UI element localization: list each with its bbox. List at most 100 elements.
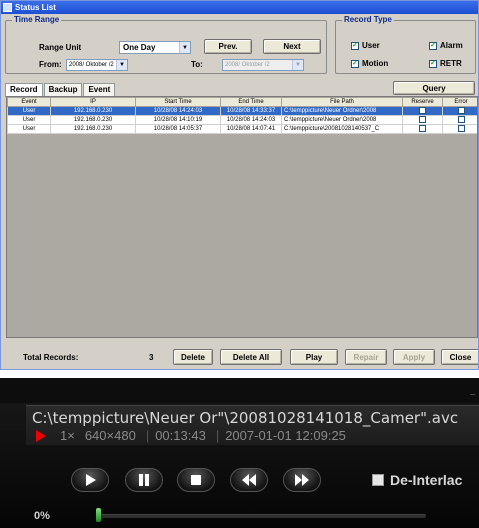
play-state-icon xyxy=(36,429,46,442)
column-header-reserve[interactable]: Reserve xyxy=(402,97,443,107)
chevron-down-icon[interactable]: ▼ xyxy=(179,42,190,53)
stop-button[interactable] xyxy=(177,468,215,492)
play-icon xyxy=(86,474,96,486)
cell-file-path: C:\temppicture\Neuer Ordner\2008 xyxy=(281,115,403,125)
window-title: Status List xyxy=(15,3,56,12)
play-button[interactable]: Play xyxy=(290,349,338,365)
recording-datetime: 2007-01-01 12:09:25 xyxy=(225,428,346,443)
cell-start-time: 10/28/08 14:10:19 xyxy=(135,115,221,125)
column-header-file-path[interactable]: File Path xyxy=(281,97,403,107)
checkbox-user[interactable]: ✓ User xyxy=(351,41,380,50)
apply-button[interactable]: Apply xyxy=(393,349,435,365)
checkbox-label: Motion xyxy=(362,59,389,68)
range-unit-label: Range Unit xyxy=(39,43,82,52)
cell-error xyxy=(442,124,477,134)
bottom-toolbar: Total Records: 3 Delete Delete All Play … xyxy=(1,341,478,369)
checkbox-alarm[interactable]: ✓ Alarm xyxy=(429,41,463,50)
chevron-down-icon[interactable]: ▼ xyxy=(292,60,303,70)
cell-event: User xyxy=(7,115,51,125)
chevron-down-icon[interactable]: ▼ xyxy=(116,60,127,70)
file-name-display: C:\temppicture\Neuer Or"\20081028141018_… xyxy=(32,409,459,427)
stop-icon xyxy=(191,475,201,485)
status-list-window: Status List Time Range Range Unit One Da… xyxy=(0,0,479,370)
checkbox-icon[interactable]: ✓ xyxy=(351,59,359,68)
to-date-picker[interactable]: 2008/ Oktober /2 ▼ xyxy=(222,59,304,71)
tab-record[interactable]: Record xyxy=(5,83,43,97)
cell-event: User xyxy=(7,124,51,134)
cell-reserve xyxy=(402,106,443,116)
next-button[interactable]: Next xyxy=(263,39,321,54)
column-header-event[interactable]: Event xyxy=(7,97,51,107)
cell-error xyxy=(442,115,477,125)
from-date-value: 2008/ Oktober /2 xyxy=(69,62,114,68)
delete-button[interactable]: Delete xyxy=(173,349,213,365)
play-button[interactable] xyxy=(71,468,109,492)
cell-ip: 192.168.0.230 xyxy=(50,106,136,116)
minimize-icon[interactable]: _ xyxy=(471,386,475,395)
playback-duration: 00:13:43 xyxy=(155,428,206,443)
repair-button[interactable]: Repair xyxy=(345,349,387,365)
pause-button[interactable] xyxy=(125,468,163,492)
column-header-start-time[interactable]: Start Time xyxy=(135,97,221,107)
deinterlace-label: De-Interlac xyxy=(390,472,463,488)
cell-ip: 192.168.0.230 xyxy=(50,115,136,125)
record-type-legend: Record Type xyxy=(342,15,394,24)
tab-event[interactable]: Event xyxy=(83,83,116,96)
query-button[interactable]: Query xyxy=(393,81,475,95)
checkbox-icon[interactable]: ✓ xyxy=(429,41,437,50)
tab-backup[interactable]: Backup xyxy=(43,83,83,96)
fast-forward-icon xyxy=(295,474,309,486)
cell-file-path: C:\temppicture\Neuer Ordner\2008 xyxy=(281,106,403,116)
table-row[interactable]: User 192.168.0.230 10/28/08 14:24:03 10/… xyxy=(7,106,477,116)
reserve-checkbox[interactable] xyxy=(419,107,426,115)
deinterlace-checkbox[interactable]: De-Interlac xyxy=(372,472,462,488)
cell-start-time: 10/28/08 14:05:37 xyxy=(135,124,221,134)
app-icon xyxy=(3,3,12,12)
cell-reserve xyxy=(402,124,443,134)
progress-slider-handle[interactable] xyxy=(96,508,101,522)
cell-start-time: 10/28/08 14:24:03 xyxy=(135,106,221,116)
checkbox-icon[interactable]: ✓ xyxy=(429,59,437,68)
playback-info-line: 1× 640×480 | 00:13:43 | 2007-01-01 12:09… xyxy=(36,428,356,443)
checkbox-motion[interactable]: ✓ Motion xyxy=(351,59,388,68)
column-header-error[interactable]: Error xyxy=(442,97,477,107)
pause-icon xyxy=(139,474,149,486)
cell-event: User xyxy=(7,106,51,116)
progress-track[interactable] xyxy=(96,514,426,518)
error-checkbox[interactable] xyxy=(457,116,465,124)
title-bar[interactable]: Status List xyxy=(1,1,478,14)
table-row[interactable]: User 192.168.0.230 10/28/08 14:10:19 10/… xyxy=(7,115,477,125)
cell-error xyxy=(442,106,477,116)
video-resolution: 640×480 xyxy=(84,428,136,443)
record-table[interactable]: Event IP Start Time End Time File Path R… xyxy=(6,96,478,338)
prev-button[interactable]: Prev. xyxy=(204,39,252,54)
checkbox-label: User xyxy=(362,41,380,50)
rewind-button[interactable] xyxy=(230,468,268,492)
tab-bar: Record Backup Event xyxy=(5,83,116,97)
player-top-strip: _ xyxy=(0,378,479,403)
checkbox-icon[interactable] xyxy=(372,474,384,486)
checkbox-icon[interactable]: ✓ xyxy=(351,41,359,50)
delete-all-button[interactable]: Delete All xyxy=(220,349,282,365)
cell-end-time: 10/28/08 14:24:03 xyxy=(220,115,282,125)
player-info-panel: C:\temppicture\Neuer Or"\20081028141018_… xyxy=(26,405,479,445)
fast-forward-button[interactable] xyxy=(283,468,321,492)
rewind-icon xyxy=(242,474,256,486)
from-date-picker[interactable]: 2008/ Oktober /2 ▼ xyxy=(66,59,128,71)
error-checkbox[interactable] xyxy=(457,125,465,133)
column-header-ip[interactable]: IP xyxy=(50,97,136,107)
column-header-end-time[interactable]: End Time xyxy=(220,97,282,107)
cell-ip: 192.168.0.230 xyxy=(50,124,136,134)
error-checkbox[interactable] xyxy=(457,107,465,115)
from-label: From: xyxy=(39,60,62,69)
table-row[interactable]: User 192.168.0.230 10/28/08 14:05:37 10/… xyxy=(7,124,477,134)
reserve-checkbox[interactable] xyxy=(419,116,426,124)
cell-end-time: 10/28/08 14:07:41 xyxy=(220,124,282,134)
checkbox-label: RETR xyxy=(440,59,462,68)
checkbox-retr[interactable]: ✓ RETR xyxy=(429,59,462,68)
reserve-checkbox[interactable] xyxy=(419,125,426,133)
range-unit-select[interactable]: One Day ▼ xyxy=(119,41,191,54)
close-button[interactable]: Close xyxy=(441,349,478,365)
cell-end-time: 10/28/08 14:33:37 xyxy=(220,106,282,116)
to-date-value: 2008/ Oktober /2 xyxy=(225,62,270,68)
